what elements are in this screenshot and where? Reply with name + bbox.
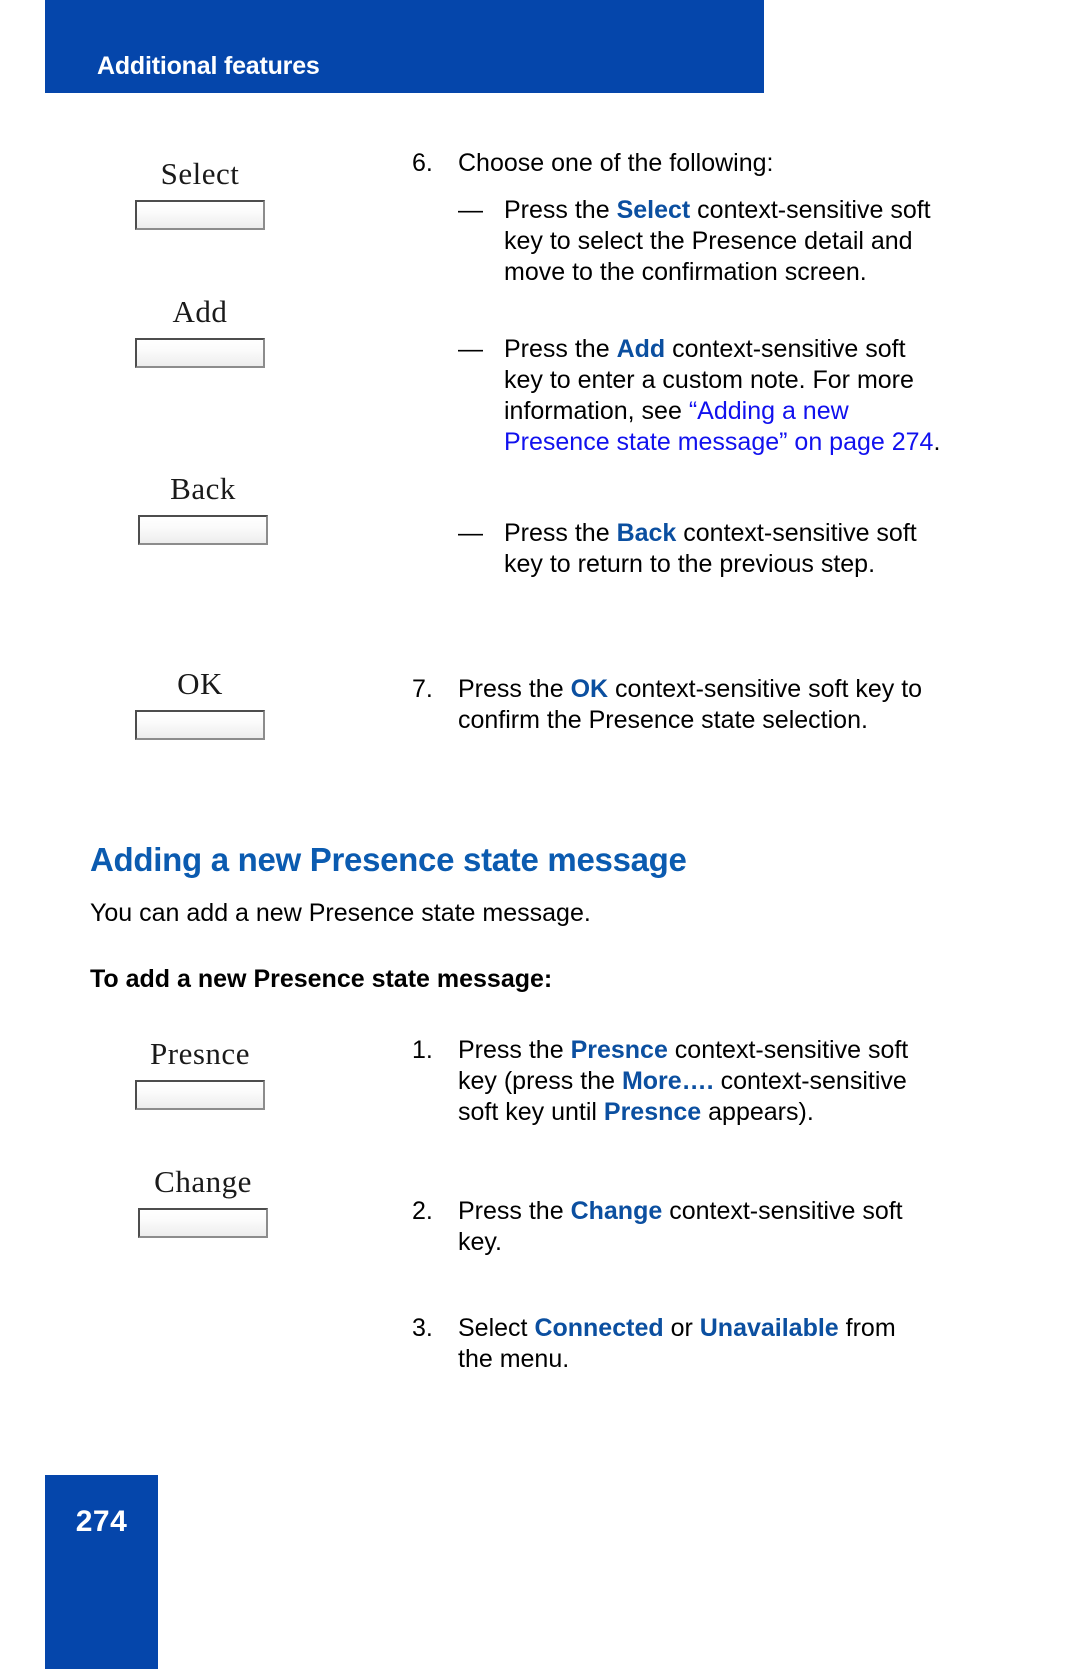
softkey-ref-change: Change — [570, 1197, 663, 1225]
list-marker-3: 3. — [412, 1314, 433, 1342]
softkey-ref-ok: OK — [570, 675, 609, 703]
page-number-tab: 274 — [45, 1475, 158, 1669]
text-fragment: Press the — [458, 1036, 571, 1064]
softkey-ref-presnce-2: Presnce — [603, 1098, 702, 1126]
softkey-ref-add: Add — [616, 335, 666, 363]
list-item-3: 3. Select Connected or Unavailable from … — [412, 1313, 922, 1375]
softkey-select-label: Select — [160, 156, 240, 191]
softkey-presnce-button[interactable] — [135, 1080, 265, 1110]
list-text-6: Choose one of the following: — [458, 149, 774, 177]
sub-item-6-1-text: Press the Select context-sensitive soft … — [504, 195, 942, 288]
list-item-6: 6. Choose one of the following: — [412, 148, 942, 179]
softkey-change[interactable]: Change — [3, 1166, 403, 1238]
softkey-add[interactable]: Add — [0, 296, 400, 368]
menu-option-connected[interactable]: Connected — [534, 1314, 663, 1342]
list-item-1: 1. Press the Presnce context-sensitive s… — [412, 1035, 922, 1128]
procedure-title: To add a new Presence state message: — [90, 965, 553, 993]
text-fragment: Press the — [458, 1197, 571, 1225]
text-fragment: Press the — [504, 196, 617, 224]
text-fragment: . — [933, 428, 941, 456]
list-text-3: Select Connected or Unavailable from the… — [458, 1313, 922, 1375]
list-marker-2: 2. — [412, 1197, 433, 1225]
section-intro: You can add a new Presence state message… — [90, 899, 591, 927]
softkey-back[interactable]: Back — [3, 473, 403, 545]
list-text-1: Press the Presnce context-sensitive soft… — [458, 1035, 922, 1128]
softkey-ok-button[interactable] — [135, 710, 265, 740]
sub-item-6-1: — Press the Select context-sensitive sof… — [458, 195, 942, 288]
softkey-ref-back: Back — [616, 519, 677, 547]
softkey-back-label: Back — [170, 471, 236, 506]
softkey-ref-presnce: Presnce — [570, 1036, 668, 1064]
text-fragment: Select — [458, 1314, 535, 1342]
list-marker-1: 1. — [412, 1036, 433, 1064]
sub-item-6-3: — Press the Back context-sensitive soft … — [458, 518, 928, 580]
page-number: 274 — [75, 1505, 128, 1538]
text-fragment: Press the — [504, 519, 617, 547]
list-text-2: Press the Change context-sensitive soft … — [458, 1196, 922, 1258]
softkey-select[interactable]: Select — [0, 158, 400, 230]
softkey-ref-more: More…. — [621, 1067, 714, 1095]
softkey-add-label: Add — [172, 294, 228, 329]
softkey-presnce-label: Presnce — [150, 1036, 250, 1071]
softkey-ok[interactable]: OK — [0, 668, 400, 740]
page-content: Select Add Back 6. Choose one of the fol… — [0, 93, 1080, 1669]
page-header-band: Additional features — [45, 0, 764, 93]
section-heading: Adding a new Presence state message — [90, 841, 687, 878]
sub-item-6-3-text: Press the Back context-sensitive soft ke… — [504, 518, 928, 580]
text-fragment: appears). — [701, 1098, 814, 1126]
dash-marker: — — [458, 335, 483, 363]
dash-marker: — — [458, 196, 483, 224]
list-item-7: 7. Press the OK context-sensitive soft k… — [412, 674, 932, 736]
sub-item-6-2-text: Press the Add context-sensitive soft key… — [504, 334, 948, 458]
softkey-back-button[interactable] — [138, 515, 268, 545]
page-header-title: Additional features — [97, 52, 320, 80]
softkey-ref-select: Select — [616, 196, 691, 224]
sub-item-6-2: — Press the Add context-sensitive soft k… — [458, 334, 948, 458]
softkey-select-button[interactable] — [135, 200, 265, 230]
text-fragment: Press the — [504, 335, 617, 363]
list-marker-7: 7. — [412, 675, 433, 703]
list-item-2: 2. Press the Change context-sensitive so… — [412, 1196, 922, 1258]
menu-option-unavailable[interactable]: Unavailable — [700, 1314, 839, 1342]
softkey-ok-label: OK — [177, 666, 223, 701]
text-fragment: Press the — [458, 675, 571, 703]
list-text-7: Press the OK context-sensitive soft key … — [458, 674, 932, 736]
softkey-presnce[interactable]: Presnce — [0, 1038, 400, 1110]
softkey-change-button[interactable] — [138, 1208, 268, 1238]
softkey-add-button[interactable] — [135, 338, 265, 368]
list-marker-6: 6. — [412, 149, 433, 177]
dash-marker: — — [458, 519, 483, 547]
softkey-change-label: Change — [154, 1164, 252, 1199]
text-fragment: or — [663, 1314, 700, 1342]
